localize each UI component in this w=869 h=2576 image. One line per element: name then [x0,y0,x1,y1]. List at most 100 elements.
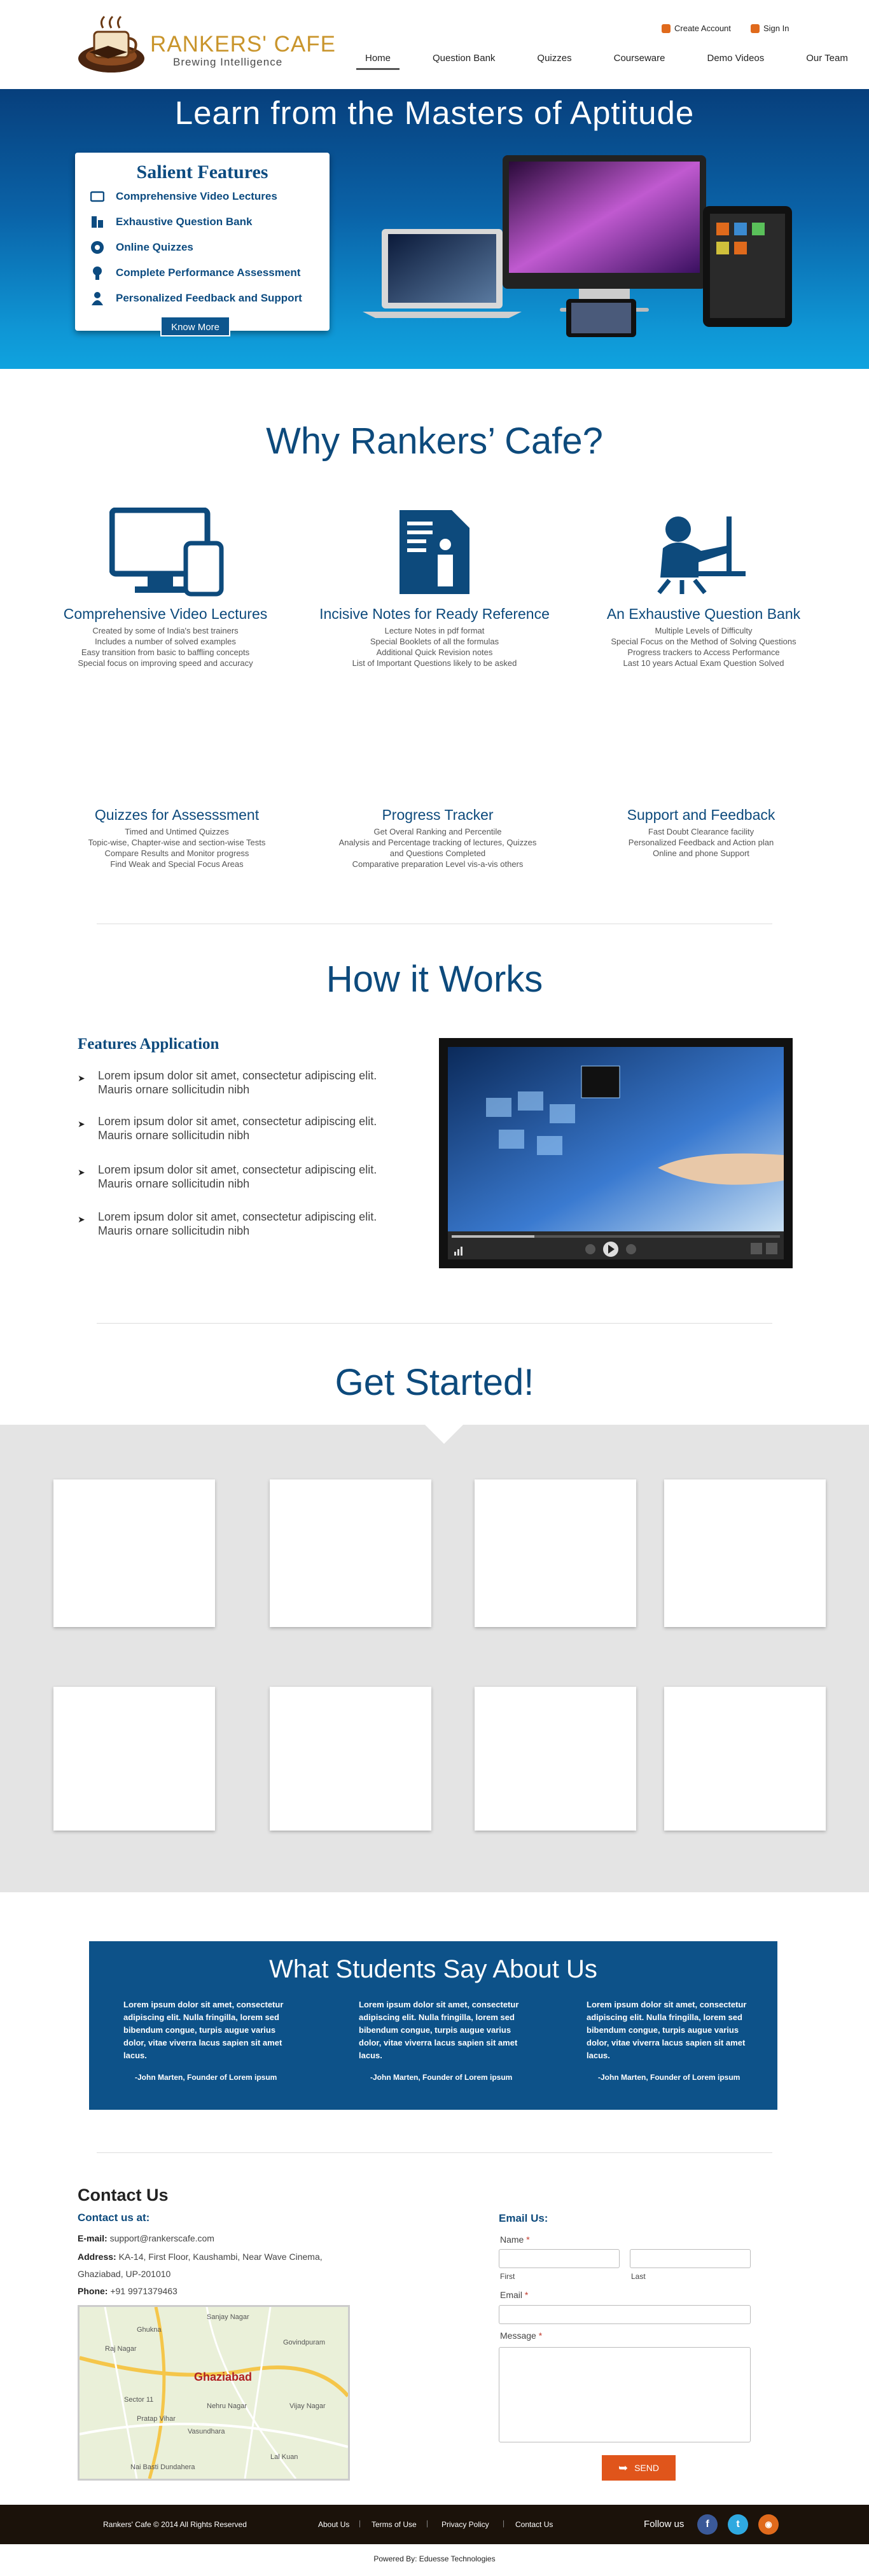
contact-phone: Phone: +91 9971379463 [78,2283,177,2299]
contact-email: E-mail: support@rankerscafe.com [78,2230,214,2247]
questions-icon [92,216,103,228]
how-subtitle: Features Application [78,1035,219,1053]
course-card[interactable] [270,1479,431,1627]
arrow-right-icon: ➤ [78,1214,85,1224]
footer-link-terms[interactable]: Terms of Use [372,2520,417,2529]
why-feature-line: Special Booklets of all the formulas [370,637,499,646]
devices-illustration [363,155,792,337]
why-feature: Quizzes for Assesssment Timed and Untime… [56,807,298,869]
map-place: Ghukna [137,2326,162,2334]
testimonials-panel: What Students Say About Us Lorem ipsum d… [89,1941,777,2110]
why-feature-line: Additional Quick Revision notes [376,647,493,657]
why-feature: Progress Tracker Get Overal Ranking and … [317,807,559,869]
pointer-notch [425,1425,463,1444]
nav-quizzes[interactable]: Quizzes [528,51,580,70]
footer-link-privacy[interactable]: Privacy Policy [441,2520,489,2529]
list-item: ➤ Lorem ipsum dolor sit amet, consectetur… [78,1210,408,1238]
why-feature-line: Lecture Notes in pdf format [384,626,485,635]
testimonials-title: What Students Say About Us [269,1955,597,1983]
send-label: SEND [634,2463,659,2473]
last-name-field[interactable] [630,2249,751,2268]
address-label: Address: [78,2252,116,2262]
feature-item: Personalized Feedback and Support [90,291,302,305]
how-title: How it Works [326,959,543,1000]
testimonial-author: -John Marten, Founder of Lorem ipsum [135,2073,277,2082]
email-label-text: Email [500,2290,523,2300]
course-card[interactable] [270,1687,431,1831]
contact-title: Contact Us [78,2185,169,2205]
footer-link-contact[interactable]: Contact Us [515,2520,553,2529]
course-card[interactable] [475,1687,636,1831]
message-field[interactable] [499,2347,751,2442]
map-place: Sector 11 [124,2396,154,2404]
facebook-icon[interactable]: f [697,2514,718,2535]
list-item-text: Lorem ipsum dolor sit amet, consectetur … [98,1163,377,1190]
why-feature-line: Includes a number of solved examples [95,637,236,646]
main-nav: Home Question Bank Quizzes Courseware De… [356,51,857,70]
arrow-right-icon: ➤ [78,1167,85,1177]
course-card[interactable] [53,1687,215,1831]
why-feature-title: Support and Feedback [627,807,775,823]
know-more-button[interactable]: Know More [160,316,230,336]
follow-us-label: Follow us [644,2519,685,2530]
email-label: E-mail: [78,2233,108,2243]
testimonial-text: Lorem ipsum dolor sit amet, consectetur … [123,2000,284,2060]
nav-demo-videos[interactable]: Demo Videos [698,51,773,70]
required-mark: * [524,2290,529,2300]
map-place: Govindpuram [283,2339,326,2346]
email-field[interactable] [499,2305,751,2324]
first-name-field[interactable] [499,2249,620,2268]
email-us-title: Email Us: [499,2212,548,2224]
nav-our-team[interactable]: Our Team [797,51,857,70]
nav-home[interactable]: Home [356,51,400,70]
salient-features-box: Salient Features Comprehensive Video Lec… [75,153,330,331]
sign-in-label: Sign In [763,24,789,33]
video-frame [448,1047,784,1259]
message-label-text: Message [500,2330,536,2341]
why-feature: Incisive Notes for Ready Reference Lectu… [314,606,555,668]
video-player[interactable] [439,1038,793,1268]
course-card[interactable] [664,1479,826,1627]
location-map[interactable]: Ghaziabad Ghukna Sanjay Nagar Raj Nagar … [78,2305,350,2481]
feature-label: Complete Performance Assessment [116,267,301,279]
notes-icon [400,510,469,594]
why-feature-line: List of Important Questions likely to be… [352,658,517,668]
send-button[interactable]: ➥ SEND [602,2455,676,2481]
why-feature-title: Incisive Notes for Ready Reference [319,606,550,622]
create-account-label: Create Account [674,24,731,33]
get-started-title: Get Started! [335,1362,534,1403]
twitter-icon[interactable]: t [728,2514,748,2535]
why-feature: Comprehensive Video Lectures Created by … [45,606,286,668]
copyright: Rankers' Cafe © 2014 All Rights Reserved [103,2520,247,2529]
send-arrow-icon: ➥ [618,2461,629,2474]
list-item: ➤ Lorem ipsum dolor sit amet, consectetur… [78,1069,408,1097]
map-place: Sanjay Nagar [207,2313,249,2321]
map-place: Raj Nagar [105,2345,137,2353]
email-value[interactable]: support@rankerscafe.com [110,2233,214,2243]
logo-cup-icon[interactable] [76,14,146,74]
name-label: Name * [500,2234,530,2245]
phone-label: Phone: [78,2286,108,2296]
nav-courseware[interactable]: Courseware [605,51,674,70]
hero-title: Learn from the Masters of Aptitude [174,95,695,131]
separator: | [503,2519,505,2528]
nav-question-bank[interactable]: Question Bank [424,51,504,70]
why-feature-line: Topic-wise, Chapter-wise and section-wis… [88,838,266,847]
footer-link-about[interactable]: About Us [318,2520,349,2529]
sign-in-link[interactable]: Sign In [751,24,789,33]
rss-icon[interactable]: ◉ [758,2514,779,2535]
separator: | [426,2519,429,2528]
course-card[interactable] [664,1687,826,1831]
person-icon [92,292,103,305]
why-feature-line: Analysis and Percentage tracking of lect… [338,838,537,847]
list-item-text: Lorem ipsum dolor sit amet, consectetur … [98,1115,377,1142]
brand-name[interactable]: RANKERS' CAFE [150,32,336,57]
salient-features-title: Salient Features [136,162,268,183]
why-feature-line: Personalized Feedback and Action plan [628,838,774,847]
create-account-link[interactable]: Create Account [662,24,731,33]
course-card[interactable] [475,1479,636,1627]
phone-value: +91 9971379463 [110,2286,177,2296]
why-feature-title: Comprehensive Video Lectures [63,606,268,622]
arrow-right-icon: ➤ [78,1073,85,1083]
course-card[interactable] [53,1479,215,1627]
